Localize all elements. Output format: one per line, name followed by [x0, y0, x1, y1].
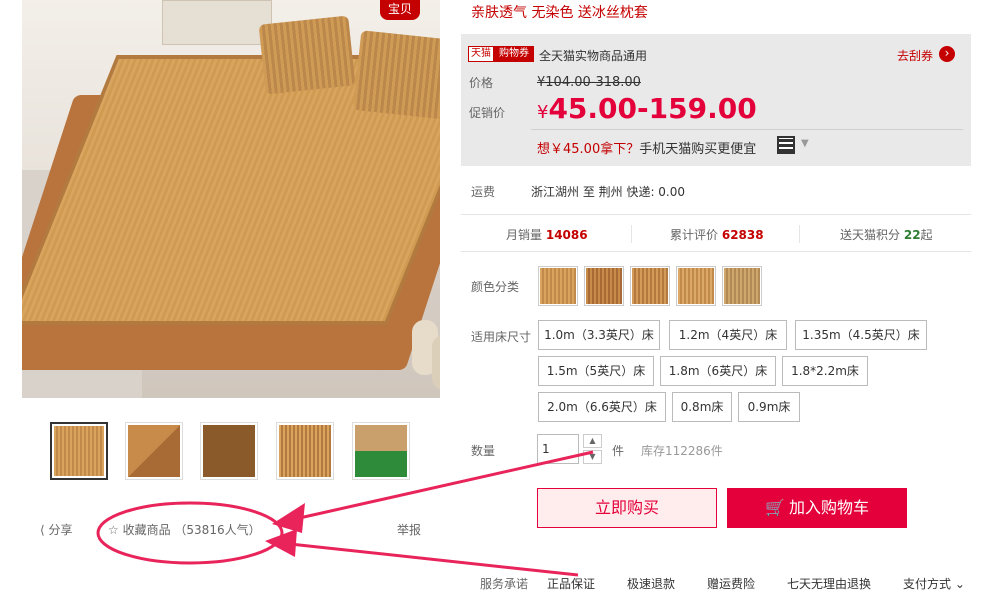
- payment-label: 支付方式: [903, 577, 952, 591]
- monthly-sales: 月销量 14086: [506, 226, 588, 243]
- thumbnail[interactable]: [276, 422, 334, 480]
- color-swatch[interactable]: [584, 266, 624, 306]
- color-swatch[interactable]: [538, 266, 578, 306]
- currency-symbol: ¥: [537, 102, 549, 123]
- coupon-tag: 购物券: [494, 46, 534, 62]
- scratch-coupon-link[interactable]: 去刮券: [897, 47, 933, 64]
- mobile-promo-text: 手机天猫购买更便宜: [639, 142, 757, 157]
- service-label: 服务承诺: [480, 577, 529, 591]
- annotation-arrowhead: [265, 529, 297, 557]
- image-shelf: [162, 0, 272, 45]
- review-count-value: 62838: [721, 228, 764, 242]
- payment-methods[interactable]: 支付方式 ⌄: [903, 575, 965, 592]
- quantity-label: 数量: [471, 444, 496, 458]
- thumbnail-strip: [50, 422, 420, 482]
- add-to-cart-button[interactable]: 🛒 加入购物车: [727, 488, 907, 528]
- service-promises: 服务承诺 正品保证 极速退款 赠运费险 七天无理由退换 支付方式 ⌄: [480, 575, 980, 593]
- size-option[interactable]: 1.35m（4.5英尺）床: [795, 320, 927, 350]
- shipping-label: 运费: [471, 185, 496, 199]
- tmall-points-label: 送天猫积分: [840, 228, 901, 242]
- thumbnail[interactable]: [200, 422, 258, 480]
- caret-down-icon[interactable]: ▼: [801, 138, 809, 149]
- size-option[interactable]: 2.0m（6.6英尺）床: [538, 392, 666, 422]
- color-swatch[interactable]: [676, 266, 716, 306]
- thumbnail[interactable]: [125, 422, 183, 480]
- color-swatch[interactable]: [722, 266, 762, 306]
- buy-now-button[interactable]: 立即购买: [537, 488, 717, 528]
- increment-icon[interactable]: ▲: [583, 434, 602, 448]
- promo-line: 亲肤透气 无染色 送冰丝枕套: [471, 5, 648, 21]
- decrement-icon[interactable]: ▼: [583, 450, 602, 464]
- quantity-unit: 件: [612, 444, 625, 458]
- tmall-tag: 天猫: [468, 46, 494, 62]
- review-count[interactable]: 累计评价 62838: [670, 226, 764, 243]
- coupon-text: 全天猫实物商品通用: [539, 49, 648, 63]
- qr-code-icon[interactable]: [777, 136, 795, 154]
- color-swatch[interactable]: [630, 266, 670, 306]
- size-option[interactable]: 0.8m床: [672, 392, 732, 422]
- main-product-image[interactable]: [22, 0, 440, 398]
- stats-bar: 月销量 14086 累计评价 62838 送天猫积分 22起: [461, 214, 971, 252]
- service-item[interactable]: 正品保证: [547, 575, 595, 592]
- price-label: 价格: [469, 76, 494, 90]
- mobile-promo: 想￥45.00拿下？手机天猫购买更便宜: [537, 138, 756, 157]
- report-link[interactable]: 举报: [397, 521, 421, 538]
- promo-price-label: 促销价: [469, 106, 506, 120]
- original-price: ¥104.00-318.00: [537, 75, 641, 90]
- chevron-down-icon: ⌄: [954, 577, 965, 591]
- quantity-input[interactable]: [537, 434, 579, 464]
- chevron-right-icon[interactable]: ›: [939, 46, 955, 62]
- stock-count: 库存112286件: [641, 444, 723, 458]
- promo-price-value: 45.00-159.00: [548, 92, 757, 125]
- size-option[interactable]: 0.9m床: [738, 392, 800, 422]
- size-option[interactable]: 1.8m（6英尺）床: [660, 356, 776, 386]
- divider: [531, 129, 963, 130]
- annotation-arrow-line: [289, 542, 579, 577]
- tmall-points-unit: 起: [920, 228, 933, 242]
- size-option[interactable]: 1.5m（5英尺）床: [538, 356, 654, 386]
- promo-price: ¥45.00-159.00: [537, 92, 757, 125]
- annotation-arrowhead: [272, 503, 305, 533]
- shipping-value[interactable]: 浙江湖州 至 荆州 快递: 0.00: [531, 183, 685, 200]
- share-icon: ⟨: [40, 523, 45, 537]
- favorite-link[interactable]: ☆ 收藏商品 （53816人气）: [108, 521, 261, 538]
- tmall-points-value: 22: [903, 228, 921, 242]
- size-label: 适用床尺寸: [471, 330, 532, 344]
- divider: [631, 225, 632, 243]
- favorite-label: 收藏商品 （53816人气）: [122, 523, 261, 537]
- add-to-cart-label: 加入购物车: [788, 498, 869, 517]
- service-item[interactable]: 赠运费险: [707, 575, 755, 592]
- share-link[interactable]: ⟨ 分享: [40, 521, 73, 538]
- star-icon: ☆: [108, 523, 119, 537]
- monthly-sales-value: 14086: [545, 228, 588, 242]
- cart-icon: 🛒: [765, 498, 785, 517]
- size-option[interactable]: 1.0m（3.3英尺）床: [538, 320, 660, 350]
- color-label: 颜色分类: [471, 280, 520, 294]
- service-item[interactable]: 七天无理由退换: [787, 575, 871, 592]
- mobile-promo-price: 想￥45.00拿下？: [537, 142, 640, 157]
- coupon-row: 天猫 购物券 全天猫实物商品通用 去刮券 ›: [468, 46, 963, 64]
- tmall-points: 送天猫积分 22起: [840, 226, 933, 243]
- baby-badge: 宝贝: [380, 0, 420, 20]
- image-pillow: [258, 15, 356, 95]
- review-count-label: 累计评价: [670, 228, 719, 242]
- price-box: 天猫 购物券 全天猫实物商品通用 去刮券 › 价格 ¥104.00-318.00…: [461, 34, 971, 166]
- share-label: 分享: [48, 523, 73, 537]
- divider: [799, 225, 800, 243]
- service-item[interactable]: 极速退款: [627, 575, 675, 592]
- image-slipper: [432, 335, 440, 390]
- size-option[interactable]: 1.2m（4英尺）床: [669, 320, 787, 350]
- thumbnail[interactable]: [352, 422, 410, 480]
- image-pillow: [353, 30, 440, 120]
- monthly-sales-label: 月销量: [506, 228, 543, 242]
- thumbnail[interactable]: [50, 422, 108, 480]
- size-option[interactable]: 1.8*2.2m床: [782, 356, 868, 386]
